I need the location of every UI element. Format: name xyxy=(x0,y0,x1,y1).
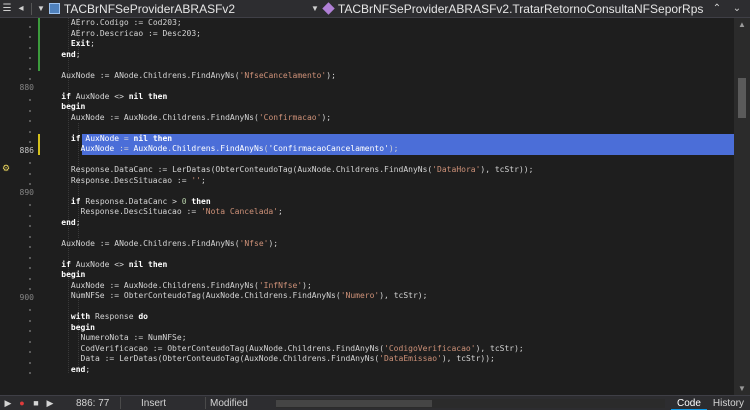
code-line: Response.DataCanc := LerDatas(ObterConte… xyxy=(70,165,534,174)
scrollbar-thumb[interactable] xyxy=(738,78,746,118)
chevron-down-icon: ▼ xyxy=(37,4,45,13)
code-line-selected: AuxNode := AuxNode.Childrens.FindAnyNs('… xyxy=(80,144,399,153)
bookmark-icon[interactable]: ◂ xyxy=(14,2,28,16)
line-number: 886 xyxy=(19,146,34,155)
code-line: AuxNode := ANode.Childrens.FindAnyNs('Nf… xyxy=(61,238,279,248)
code-line: Exit; xyxy=(70,39,95,48)
tab-code[interactable]: Code xyxy=(670,396,707,410)
code-line-selected: if AuxNode = nil then xyxy=(70,133,173,143)
code-line: Response.DescSituacao := ''; xyxy=(70,175,206,185)
class-selector-combo[interactable]: ▼ TACBrNFSeProviderABRASFv2 xyxy=(37,2,287,16)
insert-mode-indicator: Insert xyxy=(141,397,167,409)
status-bar: ▶ ● ■ ▶ 886: 77 Insert Modified Code His… xyxy=(0,395,750,410)
method-selector-combo[interactable]: ▼ TACBrNFSeProviderABRASFv2.TratarRetorn… xyxy=(311,2,703,16)
code-line: begin xyxy=(70,322,95,332)
chevron-up-icon[interactable]: ⌃ xyxy=(710,2,724,16)
code-line: if AuxNode <> nil then xyxy=(61,259,168,269)
chevron-down-icon[interactable]: ⌄ xyxy=(730,2,744,16)
modified-indicator: Modified xyxy=(210,397,248,409)
divider xyxy=(31,2,32,15)
scrollbar-thumb[interactable] xyxy=(276,399,432,407)
stop-icon[interactable]: ■ xyxy=(30,397,42,409)
hamburger-menu-icon[interactable]: ☰ xyxy=(0,2,14,16)
line-number: 880 xyxy=(19,83,34,92)
chevron-down-icon: ▼ xyxy=(311,4,319,13)
code-line: AErro.Codigo := Cod203; xyxy=(70,18,182,27)
code-editor[interactable]: AErro.Codigo := Cod203; AErro.Descricao … xyxy=(42,18,734,395)
class-selector-label: TACBrNFSeProviderABRASFv2 xyxy=(63,1,236,16)
code-line: AErro.Descricao := Desc203; xyxy=(70,28,201,38)
execution-point-icon[interactable]: ⚙ xyxy=(2,163,10,174)
method-selector-label: TACBrNFSeProviderABRASFv2.TratarRetornoC… xyxy=(337,1,704,16)
class-icon xyxy=(48,3,60,14)
code-line: end; xyxy=(70,364,91,374)
horizontal-scrollbar[interactable] xyxy=(276,398,665,408)
scroll-down-icon[interactable]: ▼ xyxy=(738,384,746,393)
code-line: NumeroNota := NumNFSe; xyxy=(80,333,187,342)
code-line: AuxNode := ANode.Childrens.FindAnyNs('Nf… xyxy=(61,70,336,80)
code-line: Data := LerDatas(ObterConteudoTag(AuxNod… xyxy=(80,354,495,363)
play-macro-icon[interactable]: ▶ xyxy=(44,397,56,409)
method-icon xyxy=(322,2,335,15)
code-line: AuxNode := AuxNode.Childrens.FindAnyNs('… xyxy=(70,280,312,290)
code-line: if Response.DataCanc > 0 then xyxy=(70,196,211,206)
code-line: NumNFSe := ObterConteudoTag(AuxNode.Chil… xyxy=(70,291,428,300)
cursor-position: 886: 77 xyxy=(76,397,110,409)
code-line: Response.DescSituacao := 'Nota Cancelada… xyxy=(80,207,283,216)
editor-toolbar: ☰ ◂ ▼ TACBrNFSeProviderABRASFv2 ▼ TACBrN… xyxy=(0,0,750,18)
code-line: with Response do xyxy=(70,312,148,321)
vertical-scrollbar[interactable]: ▲ ▼ xyxy=(734,18,750,395)
modified-line-marker xyxy=(38,18,40,71)
code-line: begin xyxy=(61,102,86,111)
line-number: 900 xyxy=(19,293,34,302)
code-line: begin xyxy=(61,270,86,279)
scroll-up-icon[interactable]: ▲ xyxy=(738,20,746,29)
line-number: 890 xyxy=(19,188,34,197)
record-macro-icon[interactable]: ● xyxy=(16,397,28,409)
code-line: if AuxNode <> nil then xyxy=(61,91,168,101)
line-number-gutter: 880 ⚙ 886 890 900 xyxy=(0,18,38,395)
run-icon[interactable]: ▶ xyxy=(2,397,14,409)
modified-line-marker xyxy=(38,134,40,155)
code-line: end; xyxy=(61,217,81,227)
code-line: end; xyxy=(61,49,81,59)
tab-history[interactable]: History xyxy=(707,396,750,410)
code-line: AuxNode := AuxNode.Childrens.FindAnyNs('… xyxy=(70,112,332,122)
code-line: CodVerificacao := ObterConteudoTag(AuxNo… xyxy=(80,343,524,353)
